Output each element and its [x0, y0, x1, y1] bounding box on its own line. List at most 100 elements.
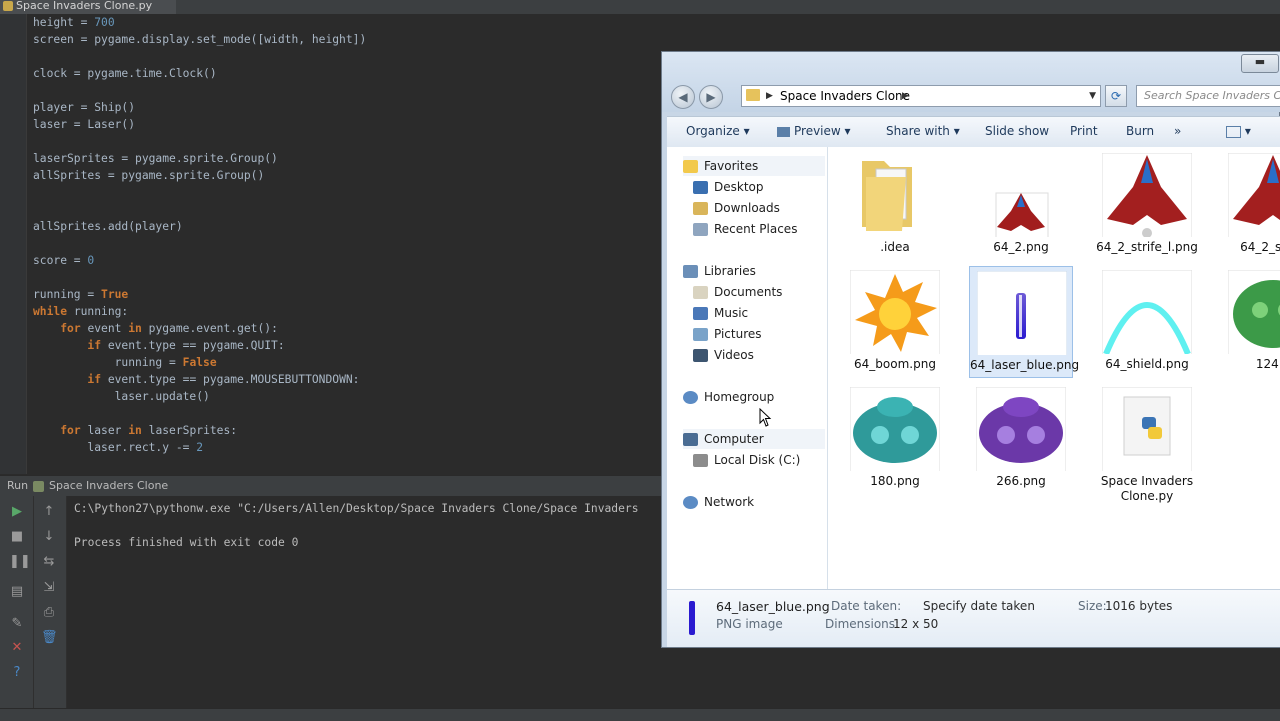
nav-videos[interactable]: Videos — [693, 345, 754, 365]
back-button[interactable]: ◀ — [671, 85, 695, 109]
address-dropdown-icon[interactable]: ▼ — [1089, 86, 1096, 106]
file-idea[interactable]: .idea — [843, 149, 947, 261]
file-64-laser-blue[interactable]: 64_laser_blue.png — [969, 266, 1079, 378]
file-64-shield[interactable]: 64_shield.png — [1095, 266, 1199, 378]
share-with-button[interactable]: Share with ▾ — [886, 117, 960, 145]
console-output[interactable]: C:\Python27\pythonw.exe "C:/Users/Allen/… — [67, 496, 667, 708]
pause-icon[interactable]: ❚❚ — [9, 554, 31, 570]
nav-computer[interactable]: Computer — [683, 429, 825, 449]
nav-label: Computer — [704, 432, 764, 446]
address-path[interactable]: Space Invaders Clone — [780, 86, 910, 106]
details-dimensions-value: 12 x 50 — [893, 617, 939, 631]
search-input[interactable]: Search Space Invaders Clone — [1136, 85, 1280, 107]
code-token: clock = pygame.time.Clock() — [33, 67, 217, 80]
file-64-2-strife-r[interactable]: 64_2_strife — [1221, 149, 1280, 261]
code-token: if — [87, 339, 108, 352]
code-line: screen = pygame.display.set_mode([width,… — [33, 31, 366, 48]
explosion-image-icon — [850, 270, 940, 354]
code-token: event.type == pygame.MOUSEBUTTONDOWN: — [107, 373, 360, 386]
organize-button[interactable]: Organize ▾ — [686, 117, 750, 145]
refresh-button[interactable]: ⟳ — [1105, 85, 1127, 107]
burn-button[interactable]: Burn — [1126, 117, 1154, 145]
file-64-boom[interactable]: 64_boom.png — [843, 266, 947, 378]
forward-button[interactable]: ▶ — [699, 85, 723, 109]
breadcrumb-arrow-icon[interactable]: ▶ — [766, 86, 773, 106]
nav-label: Music — [714, 306, 749, 320]
file-180[interactable]: 180.png — [843, 383, 947, 495]
alien-image-icon — [976, 387, 1066, 471]
network-icon — [683, 496, 698, 509]
file-space-invaders-clone-py[interactable]: Space Invaders Clone.py — [1095, 383, 1199, 503]
code-token: player = Ship() — [33, 101, 136, 114]
nav-music[interactable]: Music — [693, 303, 748, 323]
dump-threads-icon[interactable]: ▤ — [9, 584, 25, 600]
stop-icon[interactable]: ■ — [9, 529, 25, 545]
print-button[interactable]: Print — [1070, 117, 1098, 145]
desktop-icon — [693, 181, 708, 194]
file-list: .idea 64_2.png 64_2_strife_l.png 64_2_s … — [828, 147, 1280, 589]
nav-documents[interactable]: Documents — [693, 282, 782, 302]
code-line: laser.rect.y -= 2 — [33, 439, 366, 456]
view-options-button[interactable]: ▾ — [1226, 117, 1251, 145]
file-64-2[interactable]: 64_2.png — [969, 149, 1073, 261]
code-token: allSprites.add(player) — [33, 220, 183, 233]
file-name: 266.png — [996, 474, 1046, 488]
nav-desktop[interactable]: Desktop — [693, 177, 764, 197]
file-124[interactable]: 124.p — [1221, 266, 1280, 378]
nav-label: Libraries — [704, 264, 756, 278]
code-token: event — [87, 322, 129, 335]
scroll-to-end-icon[interactable]: ⇲ — [41, 580, 57, 596]
address-bar[interactable]: ▶ Space Invaders Clone ▶ ▼ — [741, 85, 1101, 107]
file-266[interactable]: 266.png — [969, 383, 1073, 495]
code-token: laser.rect.y -= — [33, 441, 197, 454]
code-line: allSprites = pygame.sprite.Group() — [33, 167, 366, 184]
run-tab[interactable]: Space Invaders Clone — [33, 476, 168, 496]
nav-network[interactable]: Network — [683, 492, 754, 512]
slide-show-button[interactable]: Slide show — [985, 117, 1049, 145]
file-64-2-strife-l[interactable]: 64_2_strife_l.png — [1095, 149, 1199, 261]
details-date-label: Date taken: — [831, 599, 902, 613]
nav-label: Favorites — [704, 159, 759, 173]
soft-wrap-icon[interactable]: ⇆ — [41, 554, 57, 570]
pin-icon[interactable]: ✎ — [9, 616, 25, 632]
navigation-pane: Favorites Desktop Downloads Recent Place… — [667, 147, 828, 589]
details-pane: 64_laser_blue.png PNG image Date taken: … — [667, 589, 1280, 647]
nav-recent-places[interactable]: Recent Places — [693, 219, 797, 239]
close-icon[interactable]: ✕ — [9, 640, 25, 656]
nav-label: Videos — [714, 348, 754, 362]
code-editor[interactable]: height = 700 screen = pygame.display.set_… — [33, 14, 366, 456]
refresh-icon: ⟳ — [1110, 89, 1122, 103]
nav-favorites[interactable]: Favorites — [683, 156, 825, 176]
run-play-icon[interactable]: ▶ — [9, 504, 25, 520]
details-date-value[interactable]: Specify date taken — [923, 599, 1035, 613]
music-icon — [693, 307, 708, 320]
details-file-type: PNG image — [716, 617, 783, 631]
breadcrumb-arrow-icon[interactable]: ▶ — [902, 86, 909, 106]
file-name: 64_boom.png — [854, 357, 936, 371]
window-close-button[interactable]: ▬ — [1241, 54, 1279, 73]
more-commands-button[interactable]: » — [1174, 117, 1181, 145]
nav-homegroup[interactable]: Homegroup — [683, 387, 774, 407]
nav-pictures[interactable]: Pictures — [693, 324, 762, 344]
nav-libraries[interactable]: Libraries — [683, 261, 756, 281]
nav-downloads[interactable]: Downloads — [693, 198, 780, 218]
laser-thumbnail-icon — [689, 601, 695, 635]
help-icon[interactable]: ? — [9, 665, 25, 681]
trash-icon[interactable]: 🗑 — [41, 630, 58, 646]
down-arrow-icon[interactable]: ↓ — [41, 529, 57, 545]
code-line: allSprites.add(player) — [33, 218, 366, 235]
file-name-line: Space Invaders — [1100, 474, 1194, 488]
back-arrow-icon: ◀ — [678, 90, 688, 104]
nav-label: Network — [704, 495, 755, 509]
preview-button[interactable]: Preview ▾ — [777, 117, 851, 145]
print-icon[interactable]: ⎙ — [41, 605, 57, 621]
code-line: score = 0 — [33, 252, 366, 269]
nav-local-disk[interactable]: Local Disk (C:) — [693, 450, 800, 470]
run-toolbar-right: ↑ ↓ ⇆ ⇲ ⎙ 🗑 — [34, 496, 67, 708]
editor-tab[interactable]: Space Invaders Clone.py — [0, 0, 176, 14]
code-token: while — [33, 305, 74, 318]
up-arrow-icon[interactable]: ↑ — [41, 504, 57, 520]
